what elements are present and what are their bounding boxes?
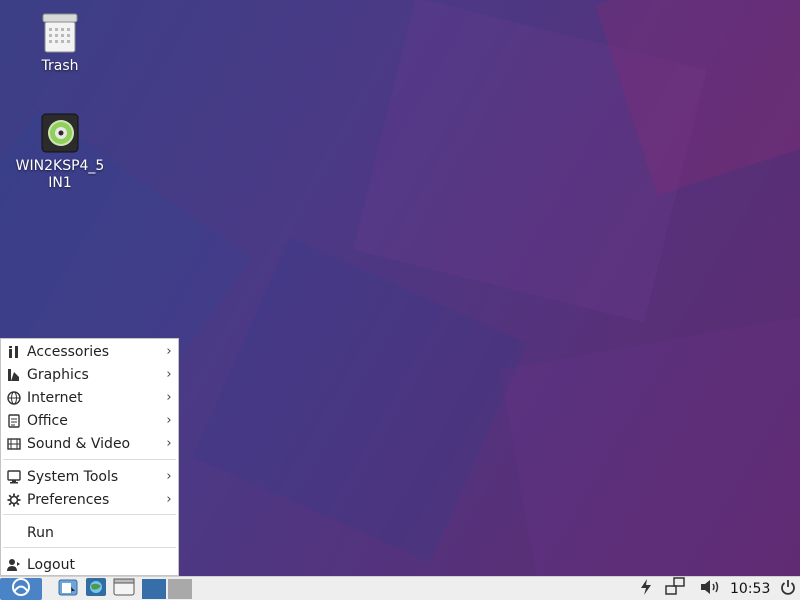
menu-item-run[interactable]: Run	[1, 521, 178, 544]
menu-item-office[interactable]: Office ›	[1, 409, 178, 432]
menu-item-label: Run	[27, 524, 54, 541]
applications-menu: Accessories › Graphics › Internet › Offi…	[0, 338, 179, 576]
chevron-right-icon: ›	[166, 436, 172, 451]
file-manager-icon	[57, 577, 79, 601]
menu-item-graphics[interactable]: Graphics ›	[1, 363, 178, 386]
start-menu-button[interactable]	[0, 578, 42, 600]
workspace-2-button[interactable]	[168, 579, 192, 599]
menu-item-label: Preferences	[27, 491, 110, 508]
menu-item-label: System Tools	[27, 468, 119, 485]
menu-item-accessories[interactable]: Accessories ›	[1, 340, 178, 363]
gear-icon	[7, 493, 21, 507]
chevron-right-icon: ›	[166, 367, 172, 382]
menu-separator	[3, 547, 176, 548]
menu-item-label: Office	[27, 412, 68, 429]
menu-item-sound-video[interactable]: Sound & Video ›	[1, 432, 178, 455]
power-plug-tray[interactable]	[636, 578, 656, 600]
wallpaper-facet	[192, 237, 528, 563]
desktop-icon-cd-drive[interactable]: WIN2KSP4_5IN1	[10, 112, 110, 192]
volume-icon	[699, 577, 723, 601]
power-plug-icon	[639, 578, 653, 600]
menu-item-label: Accessories	[27, 343, 110, 360]
menu-item-label: Logout	[27, 556, 75, 573]
menu-item-logout[interactable]: Logout	[1, 553, 178, 576]
chevron-right-icon: ›	[166, 492, 172, 507]
menu-item-label: Graphics	[27, 366, 89, 383]
network-icon	[664, 577, 686, 601]
chevron-right-icon: ›	[166, 469, 172, 484]
menu-separator	[3, 459, 176, 460]
menu-separator	[3, 514, 176, 515]
trash-icon	[40, 12, 80, 54]
monitor-icon	[7, 469, 21, 484]
power-icon	[780, 579, 796, 599]
lubuntu-logo-icon	[10, 577, 32, 601]
browser-launcher[interactable]	[83, 578, 109, 600]
logout-icon	[7, 558, 21, 572]
workspace-1-button[interactable]	[142, 579, 166, 599]
wallpaper-facet	[499, 314, 800, 576]
graphics-icon	[7, 368, 21, 382]
menu-item-label: Internet	[27, 389, 83, 406]
desktop-icon-label: Trash	[41, 58, 79, 74]
chevron-right-icon: ›	[166, 390, 172, 405]
globe-icon	[7, 390, 21, 405]
accessories-icon	[7, 345, 21, 359]
desktop-icon-trash[interactable]: Trash	[10, 12, 110, 75]
chevron-right-icon: ›	[166, 413, 172, 428]
network-tray[interactable]	[663, 577, 687, 601]
office-icon	[7, 413, 21, 428]
chevron-right-icon: ›	[166, 344, 172, 359]
file-manager-launcher[interactable]	[55, 578, 81, 600]
shutdown-button[interactable]	[778, 578, 798, 600]
window-launcher[interactable]	[111, 578, 137, 600]
menu-item-system-tools[interactable]: System Tools ›	[1, 465, 178, 488]
menu-item-internet[interactable]: Internet ›	[1, 386, 178, 409]
cd-drive-icon	[40, 112, 80, 154]
volume-tray[interactable]	[698, 578, 724, 600]
taskbar: 10:53	[0, 576, 800, 600]
browser-icon	[85, 577, 107, 601]
menu-item-label: Sound & Video	[27, 435, 131, 452]
window-icon	[113, 577, 135, 601]
film-icon	[7, 437, 21, 451]
menu-item-preferences[interactable]: Preferences ›	[1, 488, 178, 511]
desktop-icon-label: WIN2KSP4_5IN1	[15, 158, 105, 191]
clock[interactable]: 10:53	[730, 579, 770, 599]
